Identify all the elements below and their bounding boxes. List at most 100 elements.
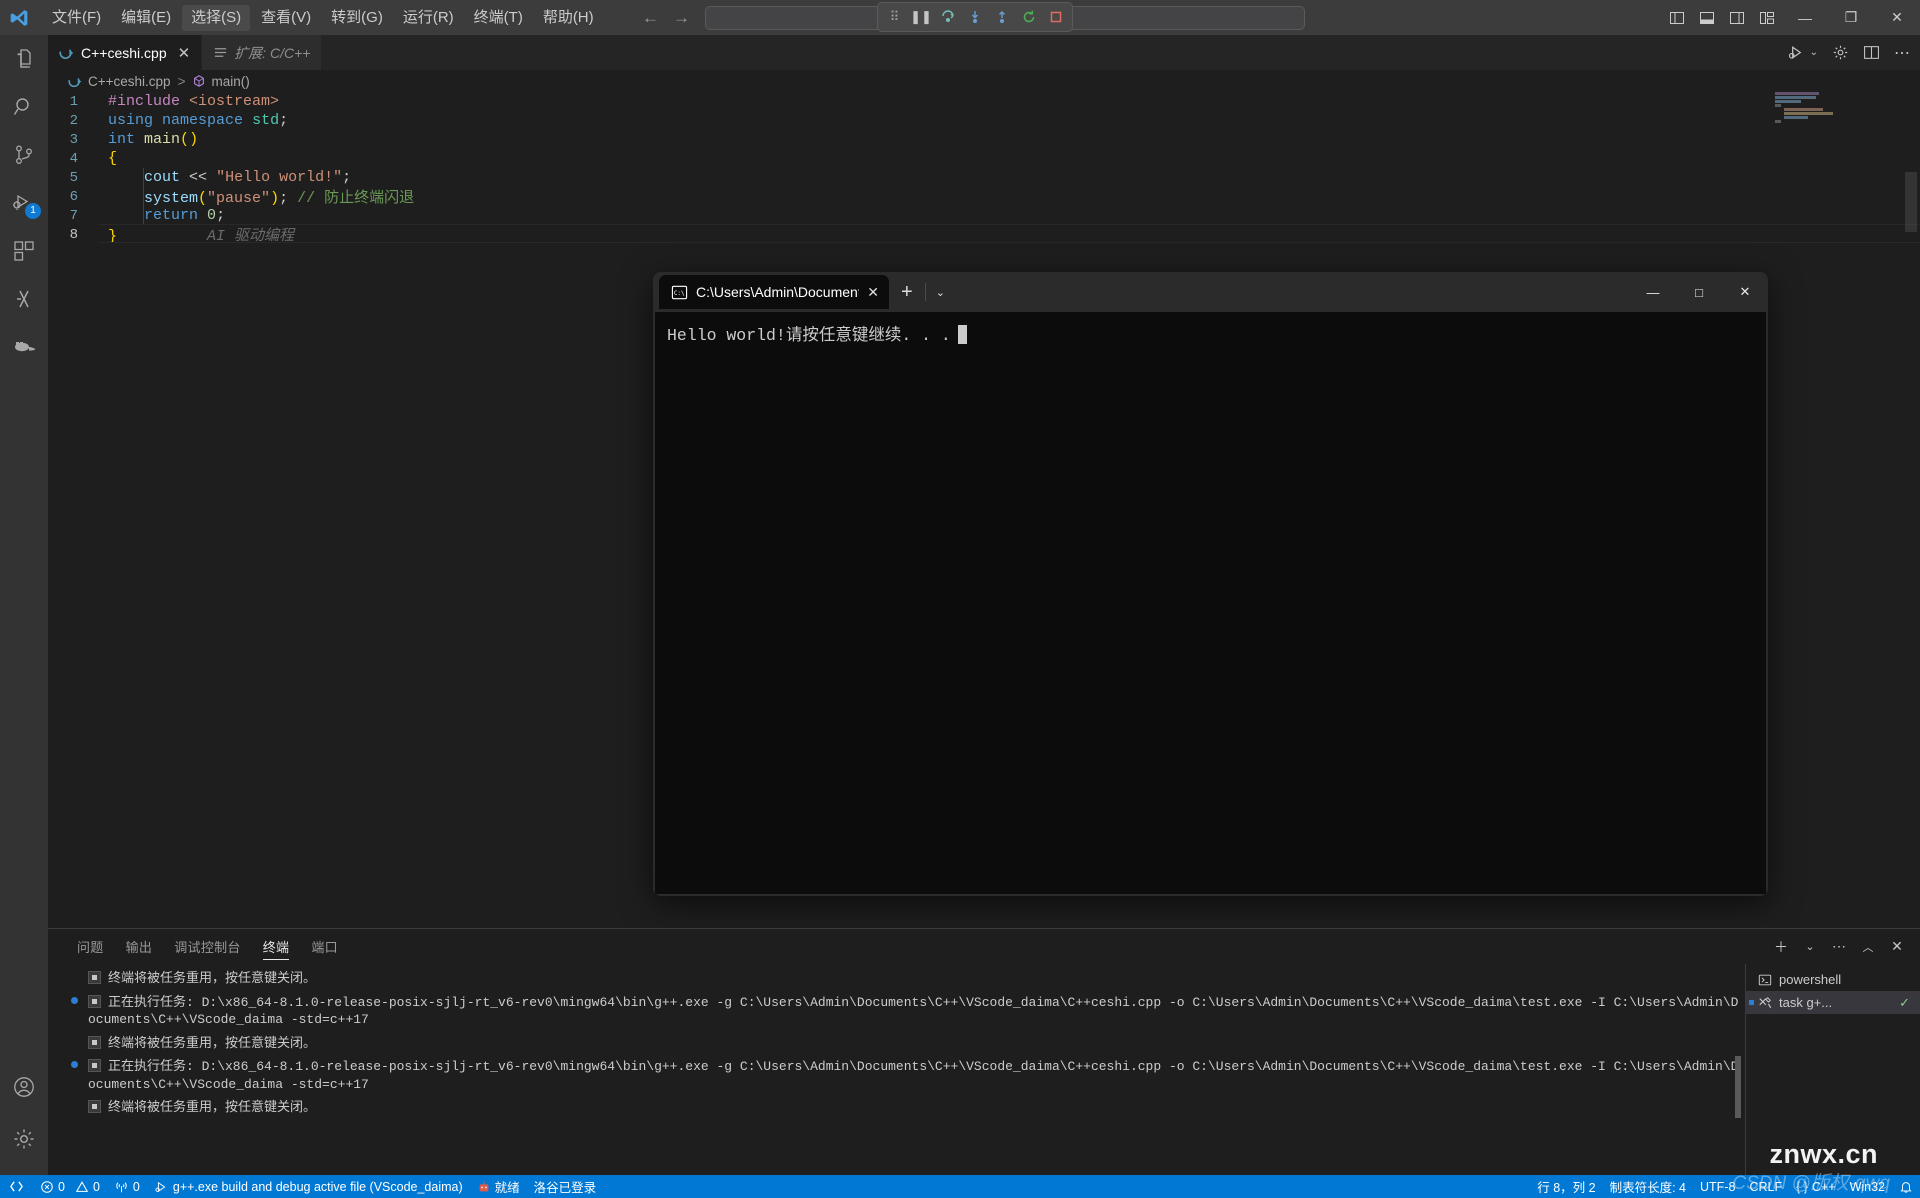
restart-icon[interactable] [1020, 8, 1038, 26]
sidebar-item-run-debug[interactable]: 1 [0, 179, 48, 227]
bell-icon[interactable] [1892, 1175, 1920, 1198]
minimap-line [1783, 112, 1833, 115]
minimap-line [1775, 92, 1819, 95]
more-actions-icon[interactable]: ⋯ [1894, 43, 1910, 63]
sidebar-item-source-control[interactable] [0, 131, 48, 179]
forward-arrow-icon[interactable]: → [666, 8, 697, 28]
new-terminal-icon[interactable]: ＋ [1768, 934, 1794, 960]
sidebar-item-search[interactable] [0, 83, 48, 131]
menu-goto[interactable]: 转到(G) [322, 5, 392, 31]
code-text: system("pause"); // 防止终端闪退 [144, 190, 415, 207]
cmd-close-button[interactable]: ✕ [1722, 272, 1768, 312]
tab-cpp-file[interactable]: C++ceshi.cpp ✕ [48, 35, 203, 70]
tab-problems[interactable]: 问题 [66, 929, 115, 964]
window-maximize-button[interactable]: ❐ [1828, 0, 1874, 35]
menu-selection[interactable]: 选择(S) [182, 4, 251, 31]
split-editor-icon[interactable] [1863, 44, 1880, 61]
code-text: int main() [108, 131, 199, 148]
code-line[interactable]: 5 cout << "Hello world!"; [48, 168, 1920, 187]
sidebar-item-docker[interactable] [0, 323, 48, 371]
indent-guide [143, 168, 144, 225]
breadcrumb-file[interactable]: C++ceshi.cpp [88, 74, 171, 89]
cmd-output-area[interactable]: Hello world!请按任意键继续. . . [655, 312, 1766, 894]
sidebar-item-explorer[interactable] [0, 35, 48, 83]
cmd-new-tab-icon[interactable]: + [889, 281, 925, 304]
gear-icon[interactable] [1832, 44, 1849, 61]
minimap-line [1775, 100, 1801, 103]
code-line[interactable]: 2 using namespace std; [48, 111, 1920, 130]
drag-handle-icon[interactable]: ⠿ [885, 8, 903, 26]
breadcrumb-symbol[interactable]: main() [211, 74, 249, 89]
code-line[interactable]: 1 #include <iostream> [48, 92, 1920, 111]
terminal-scrollbar[interactable] [1732, 964, 1744, 1175]
tab-close-icon[interactable]: ✕ [178, 44, 191, 62]
stop-icon[interactable] [1047, 8, 1065, 26]
chevron-down-icon[interactable]: ⌄ [1810, 47, 1818, 58]
status-task[interactable]: g++.exe build and debug active file (VSc… [147, 1175, 470, 1198]
extension-icon [213, 45, 228, 60]
menu-edit[interactable]: 编辑(E) [112, 5, 180, 31]
tab-output[interactable]: 输出 [115, 929, 164, 964]
settings-gear-icon[interactable] [0, 1115, 48, 1163]
window-close-button[interactable]: ✕ [1874, 0, 1920, 35]
cmd-minimize-button[interactable]: — [1630, 272, 1676, 312]
toggle-primary-sidebar-icon[interactable] [1662, 0, 1692, 35]
step-into-icon[interactable] [966, 8, 984, 26]
status-tab-size[interactable]: 制表符长度: 4 [1603, 1175, 1693, 1198]
command-prompt-window[interactable]: C:\ C:\Users\Admin\Documents\C ✕ + ⌄ — □… [653, 272, 1768, 896]
menu-run[interactable]: 运行(R) [394, 5, 463, 31]
terminal-item-task[interactable]: task g+... ✓ [1746, 991, 1920, 1014]
maximize-panel-icon[interactable]: ︿ [1855, 934, 1881, 960]
tab-terminal[interactable]: 终端 [252, 929, 301, 964]
code-line[interactable]: 3 int main() [48, 130, 1920, 149]
cmd-dropdown-icon[interactable]: ⌄ [924, 283, 955, 301]
status-cursor-position[interactable]: 行 8，列 2 [1530, 1175, 1602, 1198]
toggle-secondary-sidebar-icon[interactable] [1722, 0, 1752, 35]
cmd-titlebar: C:\ C:\Users\Admin\Documents\C ✕ + ⌄ — □… [653, 272, 1768, 312]
status-login[interactable]: 洛谷已登录 [527, 1175, 604, 1198]
tab-extension-cpp[interactable]: 扩展: C/C++ [202, 35, 323, 70]
editor-scrollbar[interactable] [1905, 172, 1917, 232]
code-line[interactable]: 4{ [48, 149, 1920, 168]
menu-terminal[interactable]: 终端(T) [465, 5, 532, 31]
menu-help[interactable]: 帮助(H) [534, 5, 603, 31]
terminal-dropdown-icon[interactable]: ⌄ [1797, 934, 1823, 960]
back-arrow-icon[interactable]: ← [635, 8, 666, 28]
step-out-icon[interactable] [993, 8, 1011, 26]
tab-debug-console[interactable]: 调试控制台 [163, 929, 252, 964]
pause-icon[interactable]: ❚❚ [910, 8, 932, 26]
cmd-maximize-button[interactable]: □ [1676, 272, 1722, 312]
terminal-line-text: 正在执行任务: D:\x86_64-8.1.0-release-posix-sj… [88, 1059, 1739, 1092]
minimap-line [1775, 120, 1781, 123]
run-debug-play-icon[interactable]: ⌄ [1788, 44, 1818, 61]
code-text: return 0; [144, 207, 226, 224]
cmd-tab[interactable]: C:\ C:\Users\Admin\Documents\C ✕ [659, 275, 889, 309]
customize-layout-icon[interactable] [1752, 0, 1782, 35]
close-panel-icon[interactable]: ✕ [1884, 934, 1910, 960]
step-over-icon[interactable] [939, 8, 957, 26]
status-ports[interactable]: 0 [107, 1175, 147, 1198]
tab-ports[interactable]: 端口 [300, 929, 349, 964]
terminal-line: 终端将被任务重用，按任意键关闭。 [88, 1099, 1745, 1117]
status-ready[interactable]: 就绪 [470, 1175, 527, 1198]
window-minimize-button[interactable]: — [1782, 0, 1828, 35]
accounts-icon[interactable] [0, 1063, 48, 1111]
toggle-panel-icon[interactable] [1692, 0, 1722, 35]
code-line[interactable]: 6 system("pause"); // 防止终端闪退 [48, 187, 1920, 208]
cmd-output-text: Hello world!请按任意键继续. . . [667, 326, 951, 345]
panel-more-icon[interactable]: ⋯ [1826, 934, 1852, 960]
panel-actions: ＋ ⌄ ⋯ ︿ ✕ [1768, 929, 1910, 964]
warning-triangle-icon [75, 1180, 89, 1192]
code-line[interactable]: 7 return 0; [48, 206, 1920, 225]
status-errors[interactable]: 0 0 [33, 1175, 107, 1198]
menu-view[interactable]: 查看(V) [252, 5, 320, 31]
minimap[interactable] [1774, 92, 1844, 928]
sidebar-item-extensions[interactable] [0, 227, 48, 275]
terminal-output[interactable]: 终端将被任务重用，按任意键关闭。 正在执行任务: D:\x86_64-8.1.0-… [48, 964, 1745, 1175]
code-line[interactable]: 8} AI 驱动编程 [48, 225, 1920, 246]
cmd-tab-close-icon[interactable]: ✕ [867, 284, 879, 301]
remote-window-icon[interactable] [0, 1175, 33, 1198]
sidebar-item-testing[interactable] [0, 275, 48, 323]
terminal-item-powershell[interactable]: powershell [1746, 968, 1920, 991]
menu-file[interactable]: 文件(F) [43, 5, 110, 31]
